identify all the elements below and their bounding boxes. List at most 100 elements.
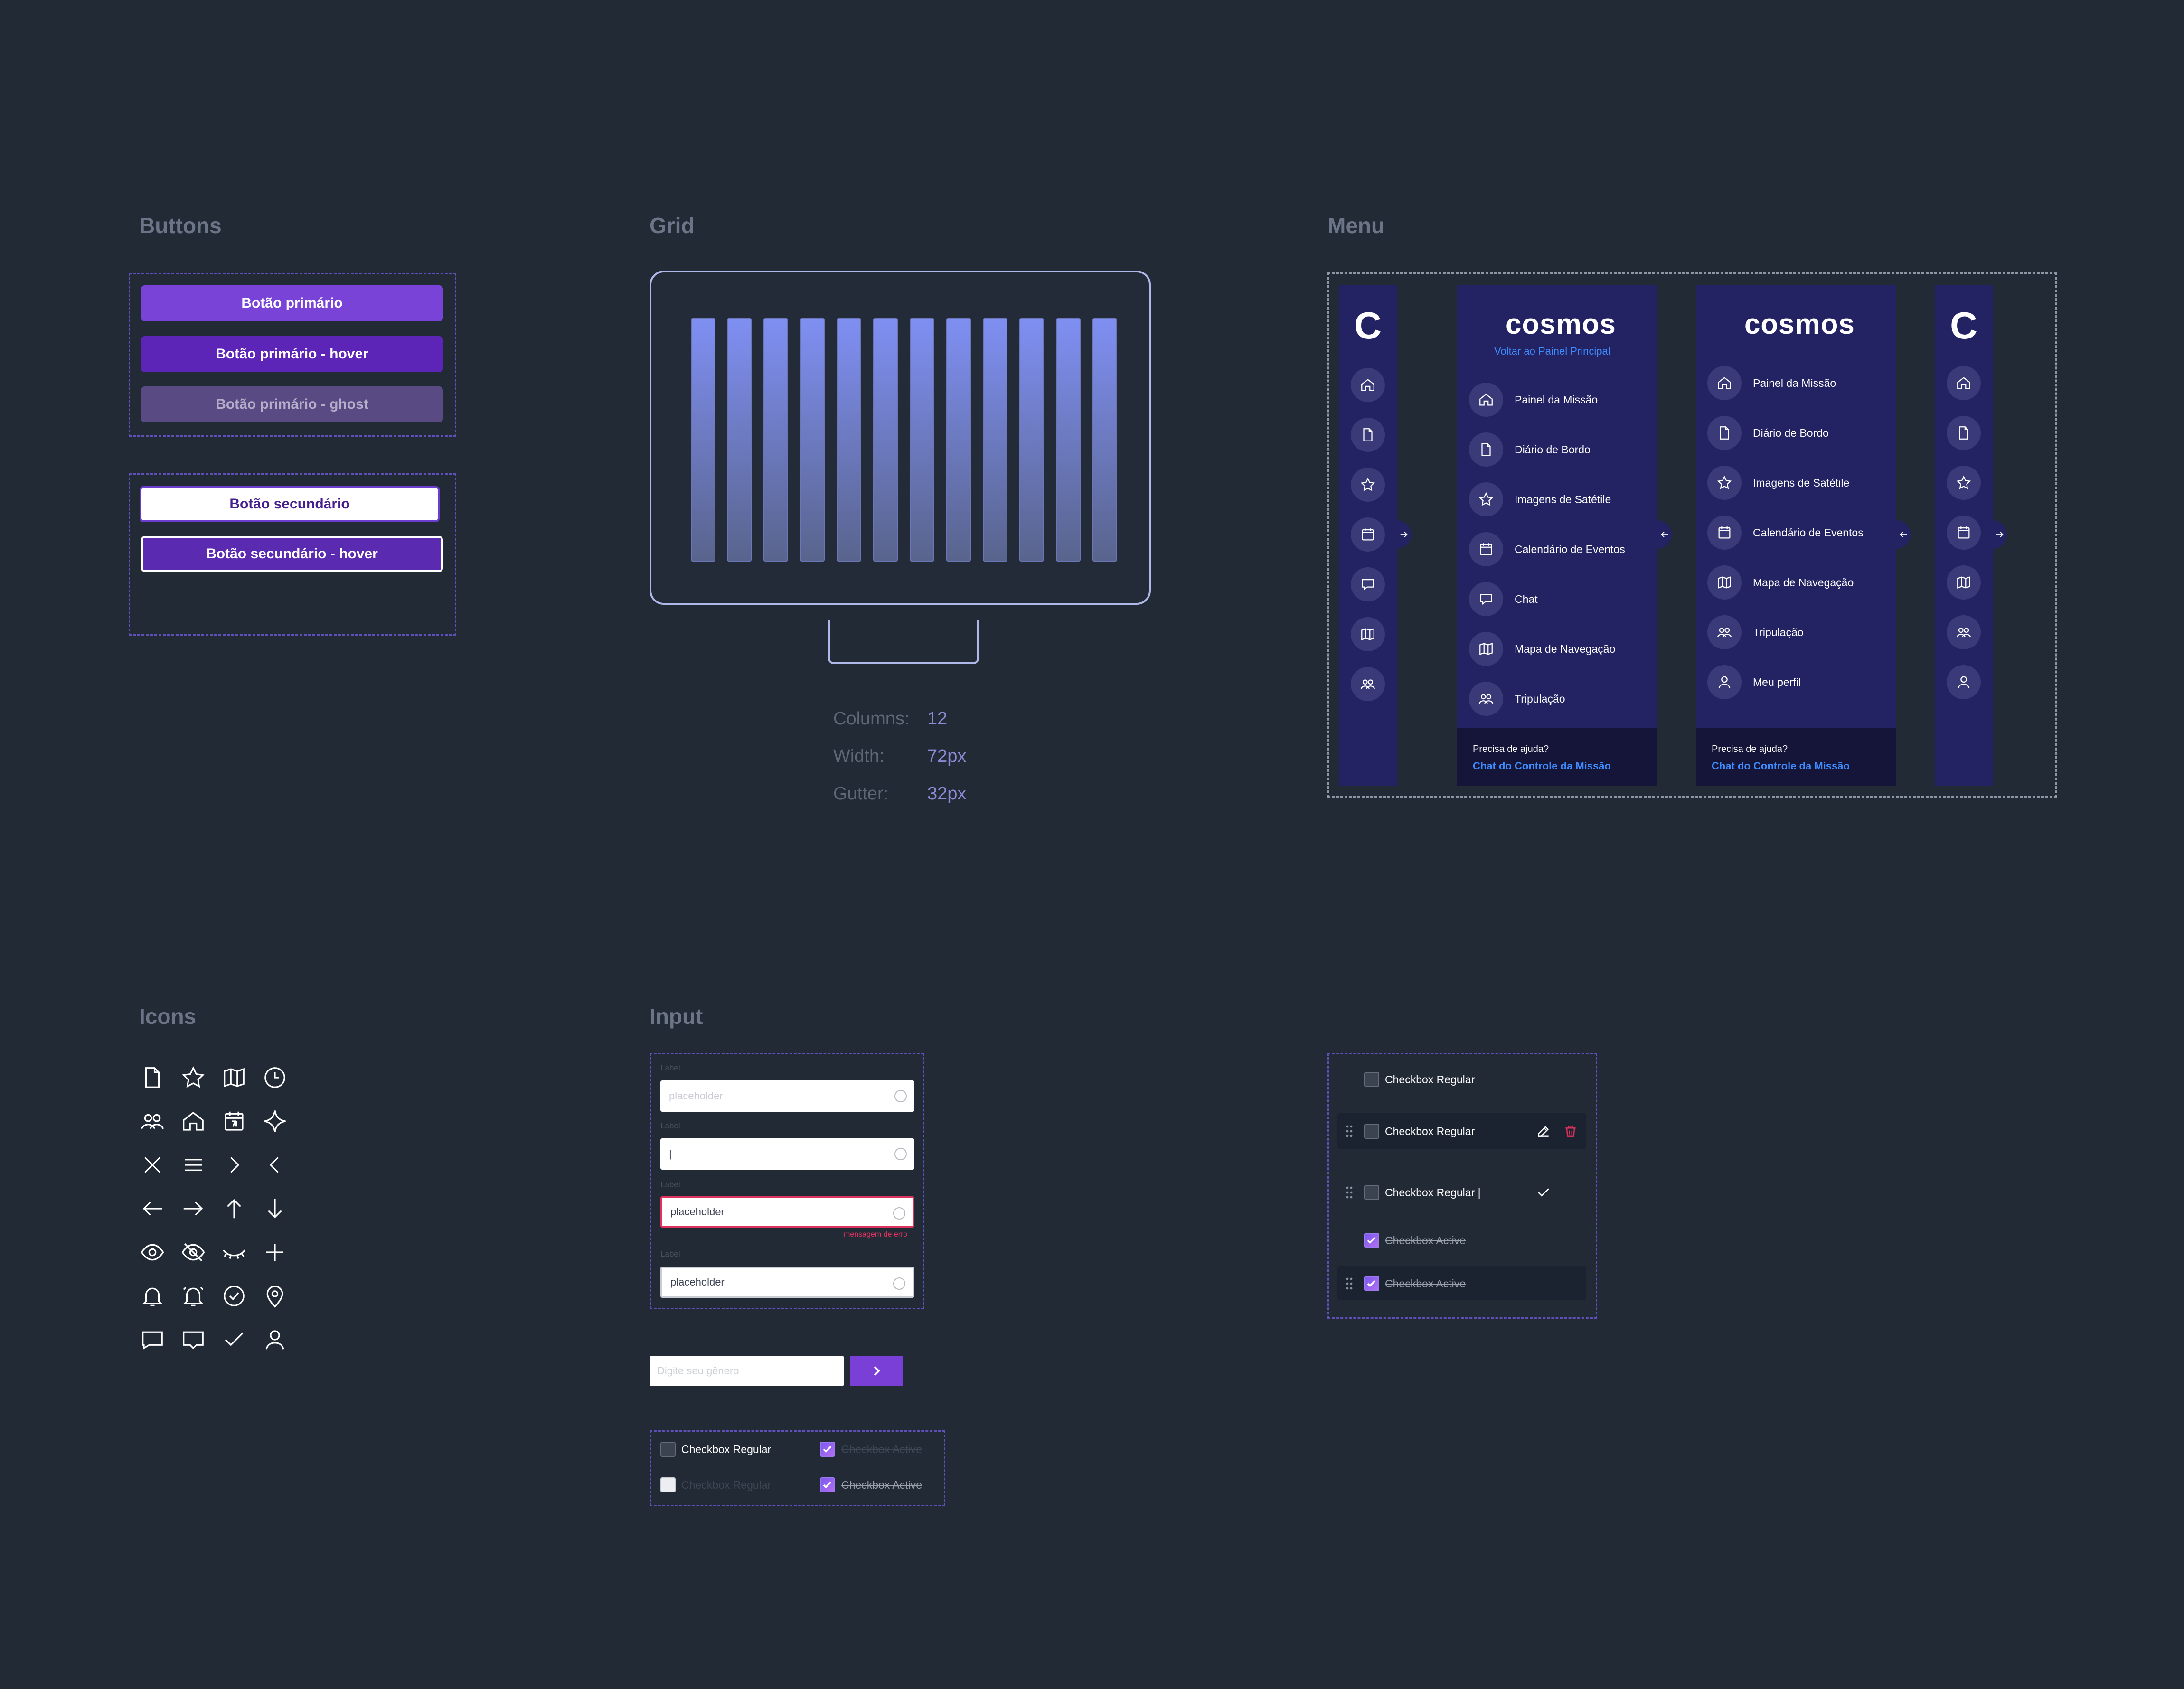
home-icon[interactable] (1947, 366, 1981, 400)
checkbox-active[interactable] (1364, 1276, 1379, 1291)
menu-item-mission-panel[interactable]: Painel da Missão (1753, 377, 1836, 390)
checkbox-regular[interactable] (1364, 1072, 1379, 1087)
grid-column (800, 318, 825, 562)
mission-control-chat-link[interactable]: Chat do Controle da Missão (1473, 760, 1611, 772)
chat-alt-icon (183, 1331, 204, 1350)
menu-item-satellite-images[interactable]: Imagens de Satétile (1515, 493, 1611, 506)
chevron-right-icon (874, 1366, 880, 1376)
star-icon (1707, 466, 1742, 500)
menu-item-chat[interactable]: Chat (1515, 593, 1538, 606)
input-error-message: mensagem de erro (844, 1230, 908, 1239)
text-input-error[interactable]: placeholder (660, 1196, 914, 1228)
star-icon[interactable] (1351, 468, 1385, 502)
drag-handle-icon[interactable] (1345, 1277, 1354, 1290)
mission-control-chat-link[interactable]: Chat do Controle da Missão (1712, 760, 1850, 772)
calendar-icon[interactable] (1351, 517, 1385, 552)
submit-button[interactable] (850, 1356, 903, 1386)
checkbox-label: Checkbox Active (1385, 1277, 1466, 1290)
genre-search-input[interactable]: Digite seu gênero (650, 1356, 844, 1386)
user-icon (1707, 665, 1742, 699)
input-value: placeholder (670, 1276, 725, 1288)
user-icon[interactable] (1947, 665, 1981, 699)
grid-monitor-frame (650, 271, 1151, 605)
menu-item-my-profile[interactable]: Meu perfil (1753, 676, 1801, 689)
text-input-focused[interactable]: | (660, 1138, 914, 1170)
checkbox-states-group (650, 1430, 945, 1506)
map-icon[interactable] (1351, 617, 1385, 651)
checkbox-active[interactable] (1364, 1233, 1379, 1248)
menu-item-crew[interactable]: Tripulação (1753, 626, 1804, 639)
chat-icon[interactable] (1351, 567, 1385, 601)
eye-off-icon (181, 1243, 205, 1262)
menu-item-logbook[interactable]: Diário de Bordo (1753, 427, 1829, 440)
calendar-icon (1707, 516, 1742, 550)
grid-column (1092, 318, 1117, 562)
eye-icon (141, 1244, 164, 1261)
document-icon (145, 1067, 160, 1088)
map-icon[interactable] (1947, 565, 1981, 600)
cosmos-brand-logo[interactable]: cosmos (1506, 308, 1616, 340)
edit-icon[interactable] (1536, 1124, 1551, 1139)
checkbox-active[interactable] (820, 1477, 835, 1492)
text-input-empty[interactable]: placeholder (660, 1080, 914, 1112)
check-icon (823, 1481, 832, 1489)
crew-icon[interactable] (1351, 667, 1385, 701)
chevron-right-icon (230, 1157, 240, 1173)
secondary-button-hover[interactable]: Botão secundário - hover (141, 536, 443, 572)
grid-columns-value: 12 (927, 709, 948, 729)
checkbox-label: Checkbox Regular (681, 1443, 772, 1455)
menu-item-events-calendar[interactable]: Calendário de Eventos (1753, 526, 1864, 539)
drag-handle-icon[interactable] (1345, 1125, 1354, 1138)
checkbox-label: Checkbox Regular (1385, 1125, 1475, 1137)
primary-button[interactable]: Botão primário (141, 285, 443, 321)
trash-icon[interactable] (1563, 1124, 1578, 1139)
calendar-icon[interactable] (1947, 516, 1981, 550)
check-circle-icon (224, 1286, 245, 1306)
checkbox-regular-hover[interactable] (660, 1477, 676, 1492)
primary-button-hover[interactable]: Botão primário - hover (141, 336, 443, 372)
cosmos-logo-icon[interactable]: C (1349, 304, 1387, 347)
menu-item-navigation-map[interactable]: Mapa de Navegação (1753, 576, 1854, 589)
home-icon (1469, 383, 1503, 417)
arrow-down-icon (268, 1199, 282, 1219)
menu-item-logbook[interactable]: Diário de Bordo (1515, 443, 1591, 456)
grid-column (763, 318, 788, 562)
crew-icon (1707, 615, 1742, 649)
grid-monitor-stand (828, 620, 979, 664)
checkbox-active[interactable] (820, 1442, 835, 1457)
grid-width-label: Width: (833, 746, 885, 766)
grid-column (691, 318, 715, 562)
document-icon[interactable] (1947, 416, 1981, 450)
secondary-button[interactable]: Botão secundário (140, 486, 440, 522)
menu-item-navigation-map[interactable]: Mapa de Navegação (1515, 643, 1615, 656)
menu-item-mission-panel[interactable]: Painel da Missão (1515, 394, 1598, 406)
calendar-icon (1469, 532, 1503, 566)
text-input-filled[interactable]: placeholder (660, 1267, 914, 1298)
back-to-main-panel-link[interactable]: Voltar ao Painel Principal (1494, 345, 1610, 357)
crew-icon[interactable] (1947, 615, 1981, 649)
primary-button-ghost[interactable]: Botão primário - ghost (141, 386, 443, 422)
input-section-title: Input (650, 1004, 703, 1029)
location-pin-icon (266, 1286, 283, 1308)
confirm-check-icon[interactable] (1536, 1185, 1551, 1200)
menu-item-crew[interactable]: Tripulação (1515, 693, 1565, 705)
input-status-icon (893, 1277, 905, 1290)
menu-item-events-calendar[interactable]: Calendário de Eventos (1515, 543, 1625, 556)
checkbox-label-editing[interactable]: Checkbox Regular | (1385, 1186, 1481, 1199)
bell-icon (142, 1287, 163, 1306)
checkbox-regular[interactable] (660, 1442, 676, 1457)
star-icon[interactable] (1947, 466, 1981, 500)
menu-item-satellite-images[interactable]: Imagens de Satétile (1753, 477, 1849, 489)
checkbox-regular[interactable] (1364, 1185, 1379, 1200)
cosmos-logo-icon[interactable]: C (1945, 304, 1983, 347)
home-icon[interactable] (1351, 368, 1385, 402)
checkbox-regular[interactable] (1364, 1124, 1379, 1139)
document-icon[interactable] (1351, 418, 1385, 452)
cosmos-brand-logo[interactable]: cosmos (1744, 308, 1855, 340)
drag-handle-icon[interactable] (1345, 1186, 1354, 1199)
help-question: Precisa de ajuda? (1473, 744, 1549, 754)
grid-columns-label: Columns: (833, 709, 910, 729)
check-icon (823, 1445, 832, 1453)
map-icon (1707, 565, 1742, 600)
grid-column (910, 318, 934, 562)
